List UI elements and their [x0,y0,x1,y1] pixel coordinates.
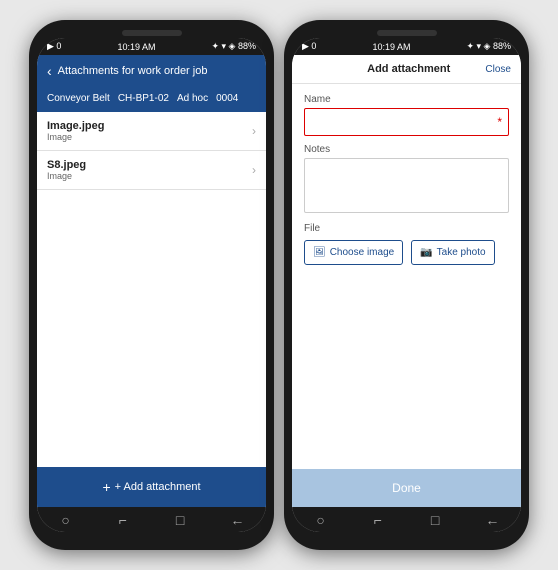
status-icons-1: ✦ ▾ ◈ 88% [212,41,257,52]
file-label: File [304,223,509,234]
attachment-type-0: Image [47,132,104,142]
attachment-item-0[interactable]: Image.jpeg Image › [37,112,266,151]
plus-icon: + [102,479,110,495]
name-label: Name [304,94,509,105]
close-button[interactable]: Close [485,64,511,75]
bottom-nav-1: ○ ⌐ □ ← [37,507,266,532]
add-attachment-button[interactable]: + + Add attachment [37,467,266,507]
notes-field-group: Notes [304,144,509,213]
phone-1: ▶ 0 10:19 AM ✦ ▾ ◈ 88% ‹ Attachments for… [29,20,274,550]
back-button-1[interactable]: ‹ [47,63,52,79]
file-buttons: 🖼 Choose image 📷 Take photo [304,240,509,265]
nav2-back-icon[interactable]: ⌐ [368,512,388,528]
attachment-type-1: Image [47,171,86,181]
form-area: Name * Notes File 🖼 Choose [292,84,521,469]
nav-circle-icon[interactable]: ○ [56,512,76,528]
choose-image-icon: 🖼 [313,247,326,258]
info-conveyor: Conveyor Belt [47,93,110,104]
chevron-icon-1: › [252,163,256,177]
status-left-1: ▶ 0 [47,41,61,52]
status-time-2: 10:19 AM [372,42,410,52]
name-field-group: Name * [304,94,509,136]
choose-image-label: Choose image [330,247,394,258]
status-bar-1: ▶ 0 10:19 AM ✦ ▾ ◈ 88% [37,38,266,55]
info-adhoc: Ad hoc [177,93,208,104]
choose-image-button[interactable]: 🖼 Choose image [304,240,403,265]
chevron-icon-0: › [252,124,256,138]
nav-back-icon[interactable]: ⌐ [113,512,133,528]
file-section: File 🖼 Choose image 📷 Take photo [304,223,509,265]
nav2-home-icon[interactable]: □ [425,512,445,528]
page-title-2: Add attachment [332,63,485,75]
page-title-1: Attachments for work order job [58,65,208,77]
status-bar-2: ▶ 0 10:19 AM ✦ ▾ ◈ 88% [292,38,521,55]
nav2-circle-icon[interactable]: ○ [311,512,331,528]
info-bar-1: Conveyor Belt CH-BP1-02 Ad hoc 0004 [37,87,266,112]
bottom-nav-2: ○ ⌐ □ ← [292,507,521,532]
done-button[interactable]: Done [292,469,521,507]
nav-home-icon[interactable]: □ [170,512,190,528]
attachment-list: Image.jpeg Image › S8.jpeg Image › [37,112,266,467]
take-photo-icon: 📷 [420,247,432,258]
attachment-info-1: S8.jpeg Image [47,159,86,181]
take-photo-label: Take photo [437,247,486,258]
header-2: Add attachment Close [292,55,521,84]
notes-input[interactable] [304,158,509,213]
header-1: ‹ Attachments for work order job [37,55,266,87]
attachment-info-0: Image.jpeg Image [47,120,104,142]
attachment-name-1: S8.jpeg [47,159,86,171]
status-left-2: ▶ 0 [302,41,316,52]
required-star: * [497,115,502,129]
phone-2-screen: ▶ 0 10:19 AM ✦ ▾ ◈ 88% Add attachment Cl… [292,38,521,532]
info-number: 0004 [216,93,238,104]
attachment-name-0: Image.jpeg [47,120,104,132]
phone-2: ▶ 0 10:19 AM ✦ ▾ ◈ 88% Add attachment Cl… [284,20,529,550]
status-time-1: 10:19 AM [117,42,155,52]
status-icons-2: ✦ ▾ ◈ 88% [467,41,512,52]
nav-arrow-icon[interactable]: ← [227,512,247,528]
add-attachment-label: + Add attachment [115,481,201,493]
attachment-item-1[interactable]: S8.jpeg Image › [37,151,266,190]
phone-1-screen: ▶ 0 10:19 AM ✦ ▾ ◈ 88% ‹ Attachments for… [37,38,266,532]
name-input[interactable]: * [304,108,509,136]
take-photo-button[interactable]: 📷 Take photo [411,240,494,265]
nav2-arrow-icon[interactable]: ← [482,512,502,528]
notes-label: Notes [304,144,509,155]
info-code: CH-BP1-02 [118,93,169,104]
